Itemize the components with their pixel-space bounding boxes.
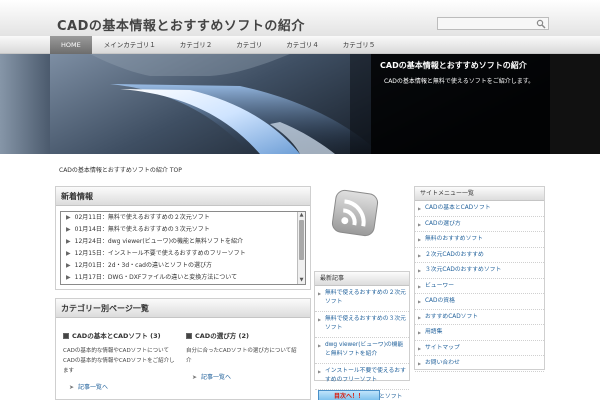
list-item[interactable]: 無料で使えるおすすめの３次元ソフト [315,312,409,338]
recent-posts-widget: 最新記事 無料で使えるおすすめの２次元ソフト 無料で使えるおすすめの３次元ソフト… [314,271,410,400]
nav-item-category-5[interactable]: カテゴリ５ [331,36,388,54]
search-icon[interactable] [536,19,546,29]
site-title[interactable]: CADの基本情報とおすすめソフトの紹介 [57,15,305,34]
triangle-right-icon: ▶ [66,214,71,221]
sidebar-item[interactable]: 無料のおすすめソフト [415,232,544,248]
news-date: 12月01日 [74,262,102,269]
nav-item-category-2[interactable]: カテゴリ２ [168,36,225,54]
sidebar-item[interactable]: おすすめCADソフト [415,310,544,325]
news-link[interactable]: 無料で使えるおすすめの３次元ソフト [108,226,210,233]
news-link[interactable]: DWG・DXFファイルの違いと変換方法について [108,274,237,281]
category-description: 自分に合ったCADソフトの選び方について紹介 [186,348,297,364]
news-date: 12月24日 [74,238,102,245]
promo-banner[interactable]: 目次へ！！ [318,390,380,400]
news-date: 01月14日 [74,226,102,233]
news-link[interactable]: インストール不要で使えるおすすめのフリーソフト [108,250,246,257]
categories-widget: カテゴリー別ページ一覧 CADの基本とCADソフト (3) CADの基本的な情報… [55,298,311,400]
category-description: CADの基本的な情報やCADソフトについてCADの基本的な情報やCADソフトをご… [63,348,175,374]
news-item[interactable]: ▶ 11月17日：DWG・DXFファイルの違いと変換方法について [61,272,305,284]
news-widget: 新着情報 ▶ 02月11日：無料で使えるおすすめの２次元ソフト ▶ 01月14日：無… [55,186,311,290]
site-menu-heading: サイトメニュー一覧 [415,187,544,201]
hero-caption-text: CADの基本情報と無料で使えるソフトをご紹介します。 [384,78,535,85]
scroll-up-icon[interactable]: ▲ [298,212,305,219]
news-item[interactable]: ▶ 12月01日：2d・3d・cadの違いとソフトの選び方 [61,260,305,272]
breadcrumb: CADの基本情報とおすすめソフトの紹介 TOP [59,167,182,174]
square-bullet-icon [186,333,192,339]
nav-item-category[interactable]: カテゴリ [224,36,274,54]
site-header: CADの基本情報とおすすめソフトの紹介 [0,0,600,36]
square-bullet-icon [63,333,69,339]
hero-banner[interactable]: CADの基本情報とおすすめソフトの紹介 CADの基本情報と無料で使えるソフトをご… [50,54,550,154]
category-title[interactable]: CADの選び方 (2) [186,330,301,340]
search-input[interactable] [438,18,534,29]
triangle-right-icon: ▶ [66,274,71,281]
nav-item-main-category-1[interactable]: メインカテゴリ１ [92,36,168,54]
rss-icon[interactable] [328,186,382,240]
news-scrollbar[interactable]: ▲ ▼ [297,212,305,284]
category-card: CADの選び方 (2) 自分に合ったCADソフトの選び方について紹介 ➤ 記事一覧… [186,330,301,381]
search-form [437,17,549,30]
news-link[interactable]: dwg viewer(ビューワ)の機能と無料ソフトを紹介 [108,238,243,245]
sidebar-item[interactable]: ビューワー [415,279,544,294]
news-date: 12月15日 [74,250,102,257]
recent-posts-heading: 最新記事 [315,272,409,286]
sidebar-item[interactable]: 用語集 [415,325,544,341]
nav-item-category-4[interactable]: カテゴリ４ [274,36,331,54]
news-link[interactable]: 2d・3d・cadの違いとソフトの選び方 [108,262,212,269]
site-menu-widget: サイトメニュー一覧 CADの基本とCADソフト CADの選び方 無料のおすすめソ… [414,186,545,372]
news-item[interactable]: ▶ 12月15日：インストール不要で使えるおすすめのフリーソフト [61,248,305,260]
arrow-right-icon: ➤ [192,374,198,381]
main-nav: HOME メインカテゴリ１ カテゴリ２ カテゴリ カテゴリ４ カテゴリ５ [0,36,600,54]
category-more-link[interactable]: ➤ 記事一覧へ [69,382,178,391]
hero-side-left [0,54,50,154]
hero-side-right [550,54,600,154]
recent-posts-list: 無料で使えるおすすめの２次元ソフト 無料で使えるおすすめの３次元ソフト dwg … [315,286,409,400]
sidebar-item[interactable]: ２次元CADのおすすめ [415,248,544,263]
category-card: CADの基本とCADソフト (3) CADの基本的な情報やCADソフトについてC… [63,330,178,391]
scroll-down-icon[interactable]: ▼ [298,277,305,284]
news-heading: 新着情報 [56,187,310,206]
category-count: (3) [150,332,161,340]
scrollbar-thumb[interactable] [299,220,304,260]
category-count: (2) [238,332,249,340]
triangle-right-icon: ▶ [66,238,71,245]
triangle-right-icon: ▶ [66,250,71,257]
list-item[interactable]: 無料で使えるおすすめの２次元ソフト [315,286,409,312]
category-title[interactable]: CADの基本とCADソフト (3) [63,330,178,340]
category-more-link[interactable]: ➤ 記事一覧へ [192,372,301,381]
news-item[interactable]: ▶ 01月14日：無料で使えるおすすめの３次元ソフト [61,224,305,236]
categories-heading: カテゴリー別ページ一覧 [56,299,310,318]
list-item[interactable]: dwg viewer(ビューワ)の機能と無料ソフトを紹介 [315,338,409,364]
news-list: ▶ 02月11日：無料で使えるおすすめの２次元ソフト ▶ 01月14日：無料で使える… [60,211,306,285]
news-date: 11月17日 [74,274,102,281]
sidebar-item[interactable]: CADの資格 [415,294,544,310]
sidebar-item[interactable]: サイトマップ [415,341,544,356]
news-item[interactable]: ▶ 12月24日：dwg viewer(ビューワ)の機能と無料ソフトを紹介 [61,236,305,248]
arrow-right-icon: ➤ [69,384,75,391]
hero-caption: CADの基本情報とおすすめソフトの紹介 CADの基本情報と無料で使えるソフトをご… [371,54,550,154]
hero-caption-title: CADの基本情報とおすすめソフトの紹介 [380,61,527,70]
sidebar-item[interactable]: ３次元CADのおすすめソフト [415,263,544,279]
news-link[interactable]: 無料で使えるおすすめの２次元ソフト [108,214,210,221]
nav-item-home[interactable]: HOME [50,36,92,54]
triangle-right-icon: ▶ [66,262,71,269]
sidebar-item[interactable]: CADの基本とCADソフト [415,201,544,217]
site-menu-list: CADの基本とCADソフト CADの選び方 無料のおすすめソフト ２次元CADの… [415,201,544,372]
news-date: 02月11日 [74,214,102,221]
news-item[interactable]: ▶ 02月11日：無料で使えるおすすめの２次元ソフト [61,212,305,224]
sidebar-item[interactable]: お問い合わせ [415,356,544,372]
list-item[interactable]: インストール不要で使えるおすすめのフリーソフト [315,364,409,390]
triangle-right-icon: ▶ [66,226,71,233]
sidebar-item[interactable]: CADの選び方 [415,217,544,232]
